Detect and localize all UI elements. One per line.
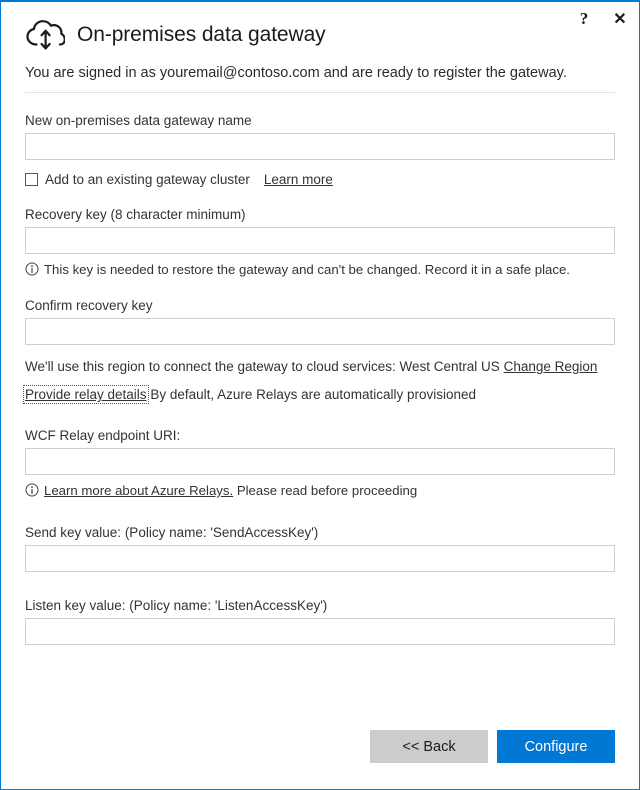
title-row: On-premises data gateway	[25, 16, 615, 54]
recovery-key-label: Recovery key (8 character minimum)	[25, 207, 246, 222]
gateway-registration-window: ? ✕ On-premises data gateway You are sig…	[0, 0, 640, 790]
configure-button[interactable]: Configure	[497, 730, 615, 763]
azure-relays-note-text: Please read before proceeding	[236, 483, 418, 498]
change-region-link[interactable]: Change Region	[504, 359, 598, 374]
info-icon	[25, 483, 39, 497]
azure-relays-learn-more-link[interactable]: Learn more about Azure Relays.	[44, 483, 233, 498]
region-note-text: We'll use this region to connect the gat…	[25, 359, 500, 374]
wcf-relay-uri-input[interactable]	[25, 448, 615, 475]
send-key-input[interactable]	[25, 545, 615, 572]
gateway-name-label: New on-premises data gateway name	[25, 113, 252, 128]
signin-status-text: You are signed in as youremail@contoso.c…	[25, 65, 567, 81]
dialog-header: On-premises data gateway You are signed …	[1, 2, 639, 93]
wcf-relay-uri-label: WCF Relay endpoint URI:	[25, 428, 181, 443]
dialog-body: New on-premises data gateway name Add to…	[1, 113, 639, 645]
close-icon[interactable]: ✕	[609, 8, 631, 30]
back-button[interactable]: << Back	[370, 730, 488, 763]
gateway-name-input[interactable]	[25, 133, 615, 160]
recovery-key-note-text: This key is needed to restore the gatewa…	[44, 262, 570, 277]
help-icon[interactable]: ?	[573, 8, 595, 30]
confirm-recovery-key-input[interactable]	[25, 318, 615, 345]
confirm-recovery-key-label: Confirm recovery key	[25, 298, 153, 313]
region-note: We'll use this region to connect the gat…	[25, 357, 615, 376]
header-divider	[25, 92, 615, 93]
send-key-label: Send key value: (Policy name: 'SendAcces…	[25, 525, 319, 540]
provide-relay-details-link[interactable]: Provide relay details	[23, 385, 149, 404]
listen-key-label: Listen key value: (Policy name: 'ListenA…	[25, 598, 328, 613]
titlebar-controls: ? ✕	[573, 8, 631, 30]
azure-relays-note: Learn more about Azure Relays. Please re…	[25, 482, 615, 499]
relay-toggle-row: Provide relay details By default, Azure …	[23, 385, 615, 404]
recovery-key-input[interactable]	[25, 227, 615, 254]
info-icon	[25, 262, 39, 276]
recovery-key-note: This key is needed to restore the gatewa…	[25, 261, 615, 278]
add-to-cluster-checkbox[interactable]	[25, 173, 38, 186]
listen-key-input[interactable]	[25, 618, 615, 645]
add-to-cluster-label: Add to an existing gateway cluster	[45, 172, 250, 187]
page-title: On-premises data gateway	[77, 23, 326, 46]
relay-description-text: By default, Azure Relays are automatical…	[150, 387, 476, 402]
cluster-checkbox-row: Add to an existing gateway cluster Learn…	[25, 172, 615, 187]
cloud-upload-download-icon	[25, 19, 66, 51]
cluster-learn-more-link[interactable]: Learn more	[264, 172, 333, 187]
dialog-footer: << Back Configure	[1, 730, 639, 789]
